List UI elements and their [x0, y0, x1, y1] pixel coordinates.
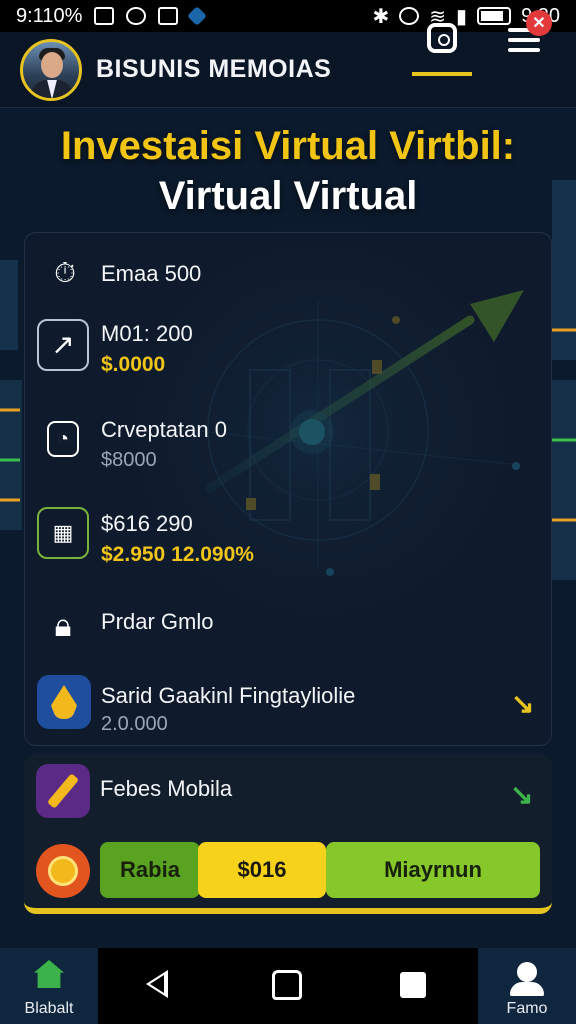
- chart-icon: ↗: [37, 319, 89, 371]
- menu-button[interactable]: ✕: [494, 4, 554, 76]
- coin-stack-icon: [36, 844, 90, 898]
- list-item-value: 2.0.000: [101, 713, 168, 735]
- promo-card: Febes Mobila ↘ Rabia $016 Miayrnun: [24, 754, 552, 914]
- image-icon: [94, 7, 115, 25]
- list-item-title: Crveptatan 0: [101, 417, 227, 442]
- clock-icon: [126, 7, 147, 25]
- checkmark-icon[interactable]: ↘: [510, 778, 533, 811]
- avatar[interactable]: [20, 38, 82, 101]
- nav-profile-label: Famo: [506, 1000, 548, 1017]
- bottom-nav: Blabalt Famo: [0, 948, 576, 1024]
- wallet-tab-button[interactable]: [412, 4, 472, 76]
- hero-title-line1: Investaisi Virtual Virtbil:: [60, 124, 516, 168]
- list-item[interactable]: ◔ Crveptatan 0 $8000: [25, 409, 551, 477]
- gauge-icon: ◔: [37, 413, 89, 465]
- list-item[interactable]: Sarid Gaakinl Fingtayliolie 2.0.000 ↘: [25, 673, 551, 739]
- list-item-title: Sarid Gaakinl Fingtayliolie: [101, 683, 356, 708]
- list-item-title: $616 290: [101, 511, 193, 536]
- bluetooth-icon: ✱: [372, 5, 390, 28]
- pen-icon: [36, 764, 90, 818]
- status-bar: 9:110% ✱ ≋ ▮ 9:30: [0, 0, 576, 32]
- timer-icon: ⏱: [54, 257, 76, 288]
- close-icon[interactable]: ✕: [526, 10, 552, 36]
- drop-icon: [37, 675, 91, 729]
- list-item[interactable]: 🔒︎ Prdar Gmlo: [25, 597, 551, 653]
- list-item[interactable]: ⏱ Emaa 500: [25, 245, 551, 301]
- rabia-button[interactable]: Rabia: [100, 842, 200, 898]
- recent-apps-icon[interactable]: [400, 972, 426, 998]
- app-notification-icon: [187, 6, 208, 26]
- price-button[interactable]: $016: [198, 842, 326, 898]
- app-header: BISUNIS MEMOIAS: [0, 32, 576, 108]
- miayrnun-button[interactable]: Miayrnun: [326, 842, 540, 898]
- nav-home-label: Blabalt: [24, 1000, 74, 1017]
- nav-profile[interactable]: Famo: [478, 948, 576, 1024]
- list-item-title: Prdar Gmlo: [101, 609, 214, 634]
- list-item-title: Emaa 500: [101, 261, 202, 286]
- system-home-icon[interactable]: [272, 970, 302, 1000]
- list-item-title: M01: 200: [101, 321, 193, 346]
- list-item[interactable]: ↗ M01: 200 $.0000: [25, 315, 551, 383]
- hero-title-line2: Virtual Virtual: [158, 174, 418, 218]
- lock-icon: 🔒︎: [54, 607, 72, 643]
- list-item[interactable]: ▦ $616 290 $2.950 12.090%: [25, 505, 551, 573]
- home-icon: [34, 960, 64, 988]
- calendar-icon: [158, 7, 179, 25]
- calculator-icon: ▦: [37, 507, 89, 559]
- list-item-value: $.0000: [101, 353, 166, 376]
- nav-home[interactable]: Blabalt: [0, 948, 98, 1024]
- checkmark-icon[interactable]: ↘: [511, 687, 534, 720]
- app-title: BISUNIS MEMOIAS: [96, 55, 332, 83]
- hero-title: Investaisi Virtual Virtbil: Virtual Virt…: [0, 120, 576, 220]
- list-item-value: $2.950 12.090%: [101, 543, 254, 566]
- back-icon[interactable]: [146, 970, 168, 998]
- profile-icon: [517, 962, 537, 982]
- investment-card: ⏱ Emaa 500 ↗ M01: 200 $.0000 ◔ Crveptata…: [24, 232, 552, 746]
- promo-title: Febes Mobila: [100, 776, 233, 801]
- list-item-value: $8000: [101, 449, 157, 471]
- coin-icon: [427, 23, 457, 53]
- status-time-left: 9:110%: [16, 4, 83, 27]
